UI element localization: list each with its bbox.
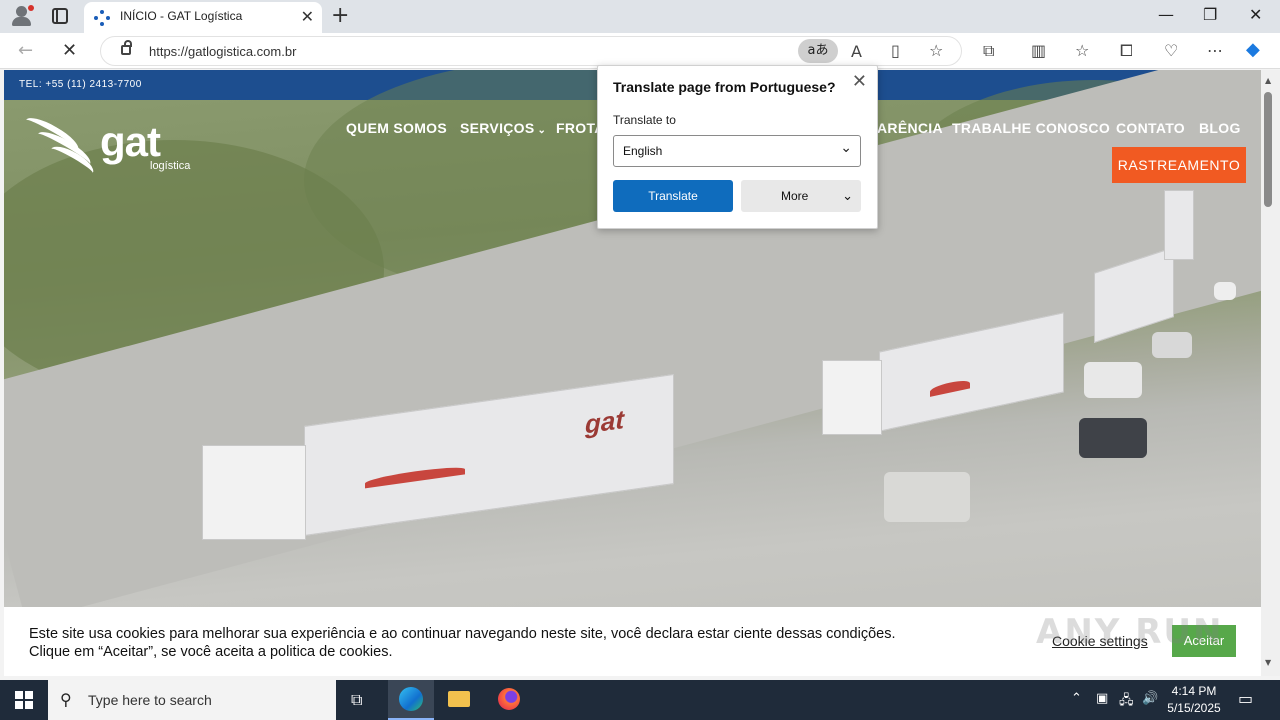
loading-favicon-icon <box>94 10 110 26</box>
nav-blog[interactable]: BLOG <box>1199 120 1241 136</box>
restore-button[interactable]: ❐ <box>1203 5 1217 24</box>
notifications-icon[interactable]: ▭ <box>1238 689 1253 708</box>
translate-popup: Translate page from Portuguese? ✕ Transl… <box>597 65 878 229</box>
browser-tab-active[interactable]: INÍCIO - GAT Logística ✕ <box>84 2 322 33</box>
extensions-icon[interactable]: ⧉ <box>983 41 994 61</box>
clock-time: 4:14 PM <box>1171 684 1217 698</box>
chevron-down-icon: ⌄ <box>842 188 853 203</box>
scroll-down-icon[interactable]: ▼ <box>1265 658 1271 667</box>
back-arrow-icon[interactable]: ← <box>18 40 33 61</box>
favorites-icon[interactable]: ☆ <box>1075 41 1089 60</box>
nav-contato[interactable]: CONTATO <box>1116 120 1185 136</box>
copilot-icon[interactable]: ◆ <box>1246 39 1260 60</box>
address-bar[interactable]: https://gatlogistica.com.br aあ A ▯ ☆ <box>100 36 962 66</box>
search-icon: ⚲ <box>60 690 72 709</box>
settings-more-icon[interactable]: ⋯ <box>1207 41 1223 60</box>
show-hidden-icons-icon[interactable]: ⌃ <box>1071 691 1082 706</box>
chevron-down-icon: ⌄ <box>840 140 852 156</box>
truck-trailer <box>1164 190 1194 260</box>
more-label: More <box>781 189 809 203</box>
nav-quem-somos[interactable]: QUEM SOMOS <box>346 120 447 136</box>
minimize-button[interactable]: — <box>1158 5 1174 24</box>
search-placeholder: Type here to search <box>88 692 212 708</box>
car <box>884 472 970 522</box>
windows-start-icon[interactable] <box>15 691 33 709</box>
more-button[interactable]: More ⌄ <box>741 180 861 212</box>
url-text[interactable]: https://gatlogistica.com.br <box>149 44 296 59</box>
car <box>1084 362 1142 398</box>
clock-date: 5/15/2025 <box>1167 701 1221 715</box>
windows-taskbar: ⚲ Type here to search ⧉ ⌃ ▣ 🖧 🔊 4:14 PM … <box>0 680 1280 720</box>
tab-actions-icon[interactable] <box>52 8 68 24</box>
scrollbar-thumb[interactable] <box>1264 92 1272 207</box>
firefox-icon[interactable] <box>486 680 532 720</box>
browser-essentials-icon[interactable]: ♡ <box>1164 41 1178 60</box>
scroll-up-icon[interactable]: ▲ <box>1265 76 1271 85</box>
address-toolbar: ← ✕ https://gatlogistica.com.br aあ A ▯ ☆… <box>0 33 1280 69</box>
nav-transparencia[interactable]: ARÊNCIA <box>877 120 943 136</box>
translate-icon[interactable]: aあ <box>798 39 838 63</box>
taskbar-clock[interactable]: 4:14 PM 5/15/2025 <box>1162 683 1226 717</box>
immersive-reader-icon[interactable]: ▯ <box>891 41 900 60</box>
car <box>1152 332 1192 358</box>
car <box>1214 282 1236 300</box>
read-aloud-icon[interactable]: A <box>851 42 862 61</box>
tab-close-icon[interactable]: ✕ <box>301 7 314 26</box>
browser-tab-bar: INÍCIO - GAT Logística ✕ + — ❐ ✕ <box>0 0 1280 33</box>
lock-icon[interactable] <box>121 40 132 55</box>
profile-icon[interactable] <box>10 5 34 27</box>
network-icon[interactable]: 🖧 <box>1119 691 1134 713</box>
stop-loading-icon[interactable]: ✕ <box>62 40 77 61</box>
truck-cab <box>202 445 306 540</box>
taskbar-search[interactable]: ⚲ Type here to search <box>48 680 336 720</box>
task-view-icon[interactable]: ⧉ <box>337 680 383 720</box>
page-scrollbar[interactable]: ▲ ▼ <box>1261 70 1280 676</box>
close-icon[interactable]: ✕ <box>852 71 867 92</box>
edge-taskbar-icon[interactable] <box>388 680 434 720</box>
car <box>1079 418 1147 458</box>
translate-button[interactable]: Translate <box>613 180 733 212</box>
nav-trabalhe-conosco[interactable]: TRABALHE CONOSCO <box>952 120 1110 136</box>
volume-icon[interactable]: 🔊 <box>1142 691 1158 706</box>
tab-title: INÍCIO - GAT Logística <box>120 9 243 23</box>
gat-logo[interactable]: gat logística <box>21 112 192 181</box>
truck-cab <box>822 360 882 435</box>
translate-to-label: Translate to <box>613 113 676 127</box>
language-select[interactable]: English ⌄ <box>613 135 861 167</box>
selected-language: English <box>623 144 663 158</box>
cookie-message: Este site usa cookies para melhorar sua … <box>29 626 896 660</box>
rastreamento-button[interactable]: RASTREAMENTO <box>1112 147 1246 183</box>
new-tab-button[interactable]: + <box>331 3 349 28</box>
file-explorer-icon[interactable] <box>436 680 482 720</box>
favorite-star-icon[interactable]: ☆ <box>929 41 943 60</box>
split-screen-icon[interactable]: ▥ <box>1031 41 1046 60</box>
popup-title: Translate page from Portuguese? <box>613 79 836 95</box>
close-window-button[interactable]: ✕ <box>1249 5 1262 24</box>
nav-servicos[interactable]: SERVIÇOS ⌄ <box>460 120 546 136</box>
chevron-down-icon: ⌄ <box>537 125 547 136</box>
anyrun-watermark: ANY RUN <box>1036 612 1224 652</box>
collections-icon[interactable]: ⧠ <box>1120 41 1133 61</box>
phone-number: TEL: +55 (11) 2413-7700 <box>19 79 142 90</box>
device-icon[interactable]: ▣ <box>1096 691 1108 706</box>
nav-servicos-label: SERVIÇOS <box>460 120 535 136</box>
